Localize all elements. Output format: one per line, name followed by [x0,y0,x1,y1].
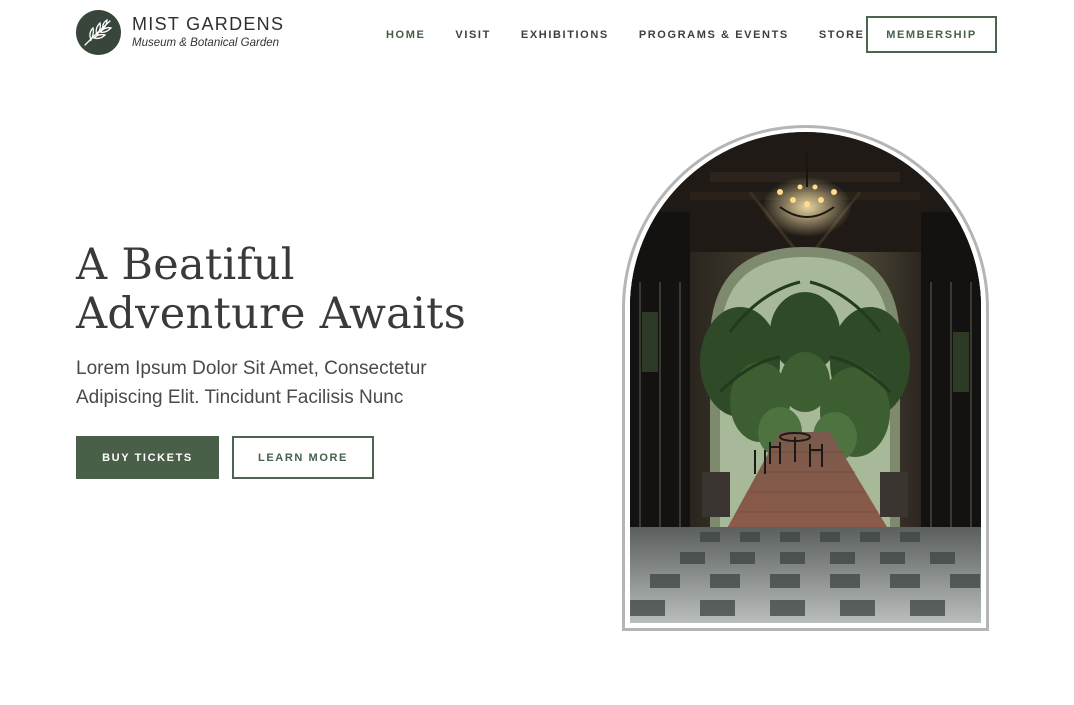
arched-courtyard-garden-photo [630,132,981,623]
nav-item-store[interactable]: STORE [819,28,865,42]
leaf-branch-icon [76,10,121,55]
nav-item-home[interactable]: HOME [386,28,425,42]
hero-title-line-2: Adventure Awaits [76,289,467,339]
brand-tagline: Museum & Botanical Garden [132,37,280,49]
site-header: MIST GARDENS Museum & Botanical Garden H… [0,0,1074,66]
nav-item-visit[interactable]: VISIT [455,28,491,42]
buy-tickets-button[interactable]: BUY TICKETS [76,436,219,479]
membership-button[interactable]: MEMBERSHIP [866,16,997,53]
logo-text: MIST GARDENS Museum & Botanical Garden [132,14,284,51]
brand-name: MIST GARDENS [132,14,285,34]
learn-more-button[interactable]: LEARN MORE [232,436,374,479]
hero-subtitle: Lorem Ipsum Dolor Sit Amet, Consectetur … [76,354,427,412]
hero-title: A Beatiful Adventure Awaits [76,241,466,339]
nav-item-programs-events[interactable]: PROGRAMS & EVENTS [639,28,789,42]
hero-subtitle-line-2: Adipiscing Elit. Tincidunt Facilisis Nun… [76,387,404,408]
hero-title-line-1: A Beatiful [76,240,295,290]
main-nav: HOME VISIT EXHIBITIONS PROGRAMS & EVENTS… [386,28,865,42]
nav-item-exhibitions[interactable]: EXHIBITIONS [521,28,609,42]
hero-subtitle-line-1: Lorem Ipsum Dolor Sit Amet, Consectetur [76,358,427,379]
site-logo[interactable]: MIST GARDENS Museum & Botanical Garden [76,10,284,55]
